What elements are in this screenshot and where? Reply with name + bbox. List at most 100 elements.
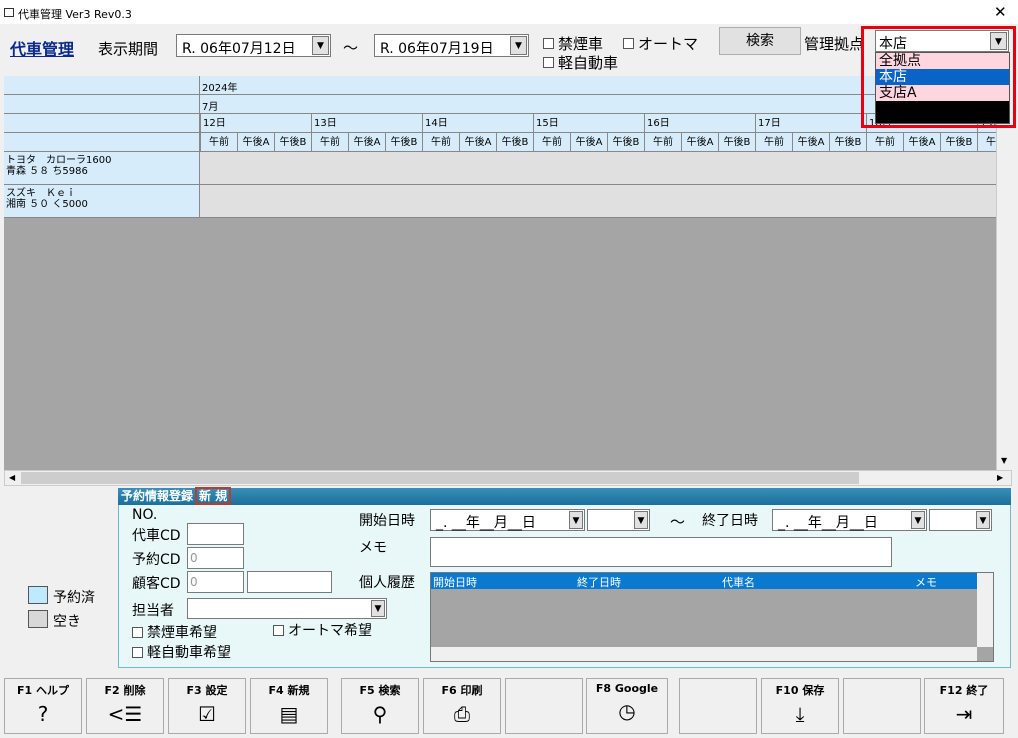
- checkbox-box[interactable]: [132, 626, 143, 638]
- fkey-icon: ⎙: [454, 702, 470, 726]
- customer-name-input[interactable]: [247, 571, 332, 593]
- chevron-down-icon[interactable]: ▼: [371, 600, 385, 617]
- fkey-button-8[interactable]: F8 Google ◷: [586, 678, 668, 734]
- slot-header: 午後B: [385, 133, 422, 152]
- fkey-button-12[interactable]: F12 終了 ⇥: [924, 678, 1004, 734]
- day-header: 16日: [644, 114, 755, 133]
- end-time-select[interactable]: ▼: [929, 509, 992, 531]
- fkey-button-empty[interactable]: [843, 678, 921, 734]
- fkey-icon: ⇥: [955, 702, 973, 726]
- kei-wish-label: 軽自動車希望: [147, 645, 231, 661]
- fkey-label: F8 Google: [595, 682, 659, 695]
- fkey-icon: ◷: [618, 699, 636, 723]
- fkey-button-empty[interactable]: [505, 678, 583, 734]
- start-date-text: _. __年__月__日: [436, 515, 536, 531]
- reserve-cd-label: 予約CD: [132, 552, 181, 568]
- staff-label: 担当者: [132, 603, 174, 619]
- fkey-label: F2 削除: [104, 684, 146, 697]
- chevron-down-icon[interactable]: ▼: [634, 511, 648, 529]
- reserve-cd-input[interactable]: 0: [187, 547, 244, 569]
- car-label[interactable]: スズキ Ｋｅｉ 湘南 ５０ く5000: [4, 185, 200, 218]
- fkey-button-2[interactable]: F2 削除 <☰: [86, 678, 164, 734]
- fkey-button-10[interactable]: F10 保存 ⤓: [761, 678, 839, 734]
- start-date-select[interactable]: R. 06年07月12日 ▼: [176, 34, 331, 57]
- nonsmoking-wish-checkbox[interactable]: 禁煙車希望: [132, 622, 217, 642]
- reservation-panel-header: 予約情報登録新 規: [118, 487, 1011, 505]
- schedule-grid: 2024年 7月 12日13日14日15日16日17日18日19日 午前午後A午…: [4, 76, 996, 470]
- slot-header: 午後A: [348, 133, 385, 152]
- day-header: 15日: [533, 114, 644, 133]
- year-label: 2024年: [202, 83, 238, 94]
- checkbox-box[interactable]: [623, 38, 634, 49]
- history-horizontal-scrollbar[interactable]: [431, 647, 977, 661]
- automatic-wish-checkbox[interactable]: オートマ希望: [273, 620, 372, 640]
- period-tilde: ～: [343, 39, 359, 57]
- checkbox-box[interactable]: [273, 624, 284, 636]
- nonsmoking-label: 禁煙車: [558, 35, 604, 53]
- slot-header: 午後B: [940, 133, 977, 152]
- history-col-start: 開始日時: [433, 576, 477, 589]
- day-header: 13日: [311, 114, 422, 133]
- nonsmoking-checkbox[interactable]: 禁煙車: [543, 33, 603, 54]
- checkbox-box[interactable]: [132, 646, 143, 658]
- chevron-down-icon[interactable]: ▼: [312, 36, 329, 55]
- slot-header: 午前: [200, 133, 237, 152]
- search-button[interactable]: 検索: [719, 27, 801, 55]
- chevron-down-icon[interactable]: ▼: [911, 511, 925, 529]
- chevron-down-icon[interactable]: ▼: [976, 511, 990, 529]
- customer-cd-input[interactable]: 0: [187, 571, 244, 593]
- start-date-input[interactable]: _. __年__月__日 ▼: [430, 509, 585, 531]
- legend-reserved-label: 予約済: [53, 590, 95, 606]
- chevron-down-icon[interactable]: ▼: [569, 511, 583, 529]
- fkey-button-4[interactable]: F4 新規 ▤: [250, 678, 328, 734]
- scroll-left-icon[interactable]: ◀: [9, 473, 15, 482]
- car-schedule-row[interactable]: [200, 152, 996, 185]
- kei-wish-checkbox[interactable]: 軽自動車希望: [132, 642, 231, 662]
- slot-header: 午後A: [570, 133, 607, 152]
- fkey-button-3[interactable]: F3 設定 ☑: [168, 678, 246, 734]
- slot-header: 午後B: [607, 133, 644, 152]
- scroll-down-icon[interactable]: ▼: [1001, 456, 1007, 465]
- legend-free-label: 空き: [53, 614, 81, 630]
- scroll-right-icon[interactable]: ▶: [997, 473, 1003, 482]
- no-label: NO.: [132, 507, 158, 523]
- fkey-button-empty[interactable]: [679, 678, 757, 734]
- fkey-button-1[interactable]: F1 ヘルプ?: [4, 678, 82, 734]
- car-schedule-row[interactable]: [200, 185, 996, 218]
- fkey-icon: ☑: [198, 702, 216, 726]
- history-table[interactable]: 開始日時 終了日時 代車名 メモ: [430, 572, 994, 662]
- fkey-button-6[interactable]: F6 印刷 ⎙: [423, 678, 501, 734]
- fkey-button-5[interactable]: F5 検索 ⚲: [341, 678, 419, 734]
- history-vertical-scrollbar[interactable]: [977, 573, 993, 647]
- slot-header: 午後B: [829, 133, 866, 152]
- app-name: 代車管理: [10, 40, 75, 59]
- staff-select[interactable]: ▼: [187, 598, 387, 619]
- fkey-label: F1 ヘルプ: [17, 684, 69, 697]
- end-date-input[interactable]: _. __年__月__日 ▼: [772, 509, 927, 531]
- kei-checkbox[interactable]: 軽自動車: [543, 52, 618, 73]
- chevron-down-icon[interactable]: ▼: [510, 36, 527, 55]
- start-time-select[interactable]: ▼: [587, 509, 650, 531]
- fkey-label: F5 検索: [359, 684, 401, 697]
- grid-vertical-scrollbar[interactable]: ▼: [996, 76, 1012, 470]
- slot-header: 午後A: [459, 133, 496, 152]
- checkbox-box[interactable]: [543, 57, 554, 68]
- close-icon[interactable]: ✕: [994, 3, 1007, 21]
- slot-header: 午後B: [274, 133, 311, 152]
- end-date-select[interactable]: R. 06年07月19日 ▼: [374, 34, 529, 57]
- grid-horizontal-scrollbar[interactable]: ◀ ▶: [4, 470, 1012, 486]
- mode-badge: 新 規: [195, 487, 232, 505]
- slot-header: 午前: [755, 133, 792, 152]
- panel-title: 予約情報登録: [121, 489, 194, 503]
- end-label: 終了日時: [702, 513, 758, 529]
- car-cd-input[interactable]: [187, 523, 244, 545]
- memo-label: メモ: [359, 540, 387, 556]
- automatic-checkbox[interactable]: オートマ: [623, 33, 698, 54]
- memo-input[interactable]: [430, 537, 892, 567]
- fkey-icon: ⚲: [372, 702, 388, 726]
- history-col-end: 終了日時: [577, 576, 621, 589]
- fkey-label: F4 新規: [268, 684, 310, 697]
- car-label[interactable]: トヨタ カローラ1600 青森 ５８ ち5986: [4, 152, 200, 185]
- scroll-thumb[interactable]: [21, 472, 859, 484]
- checkbox-box[interactable]: [543, 38, 554, 49]
